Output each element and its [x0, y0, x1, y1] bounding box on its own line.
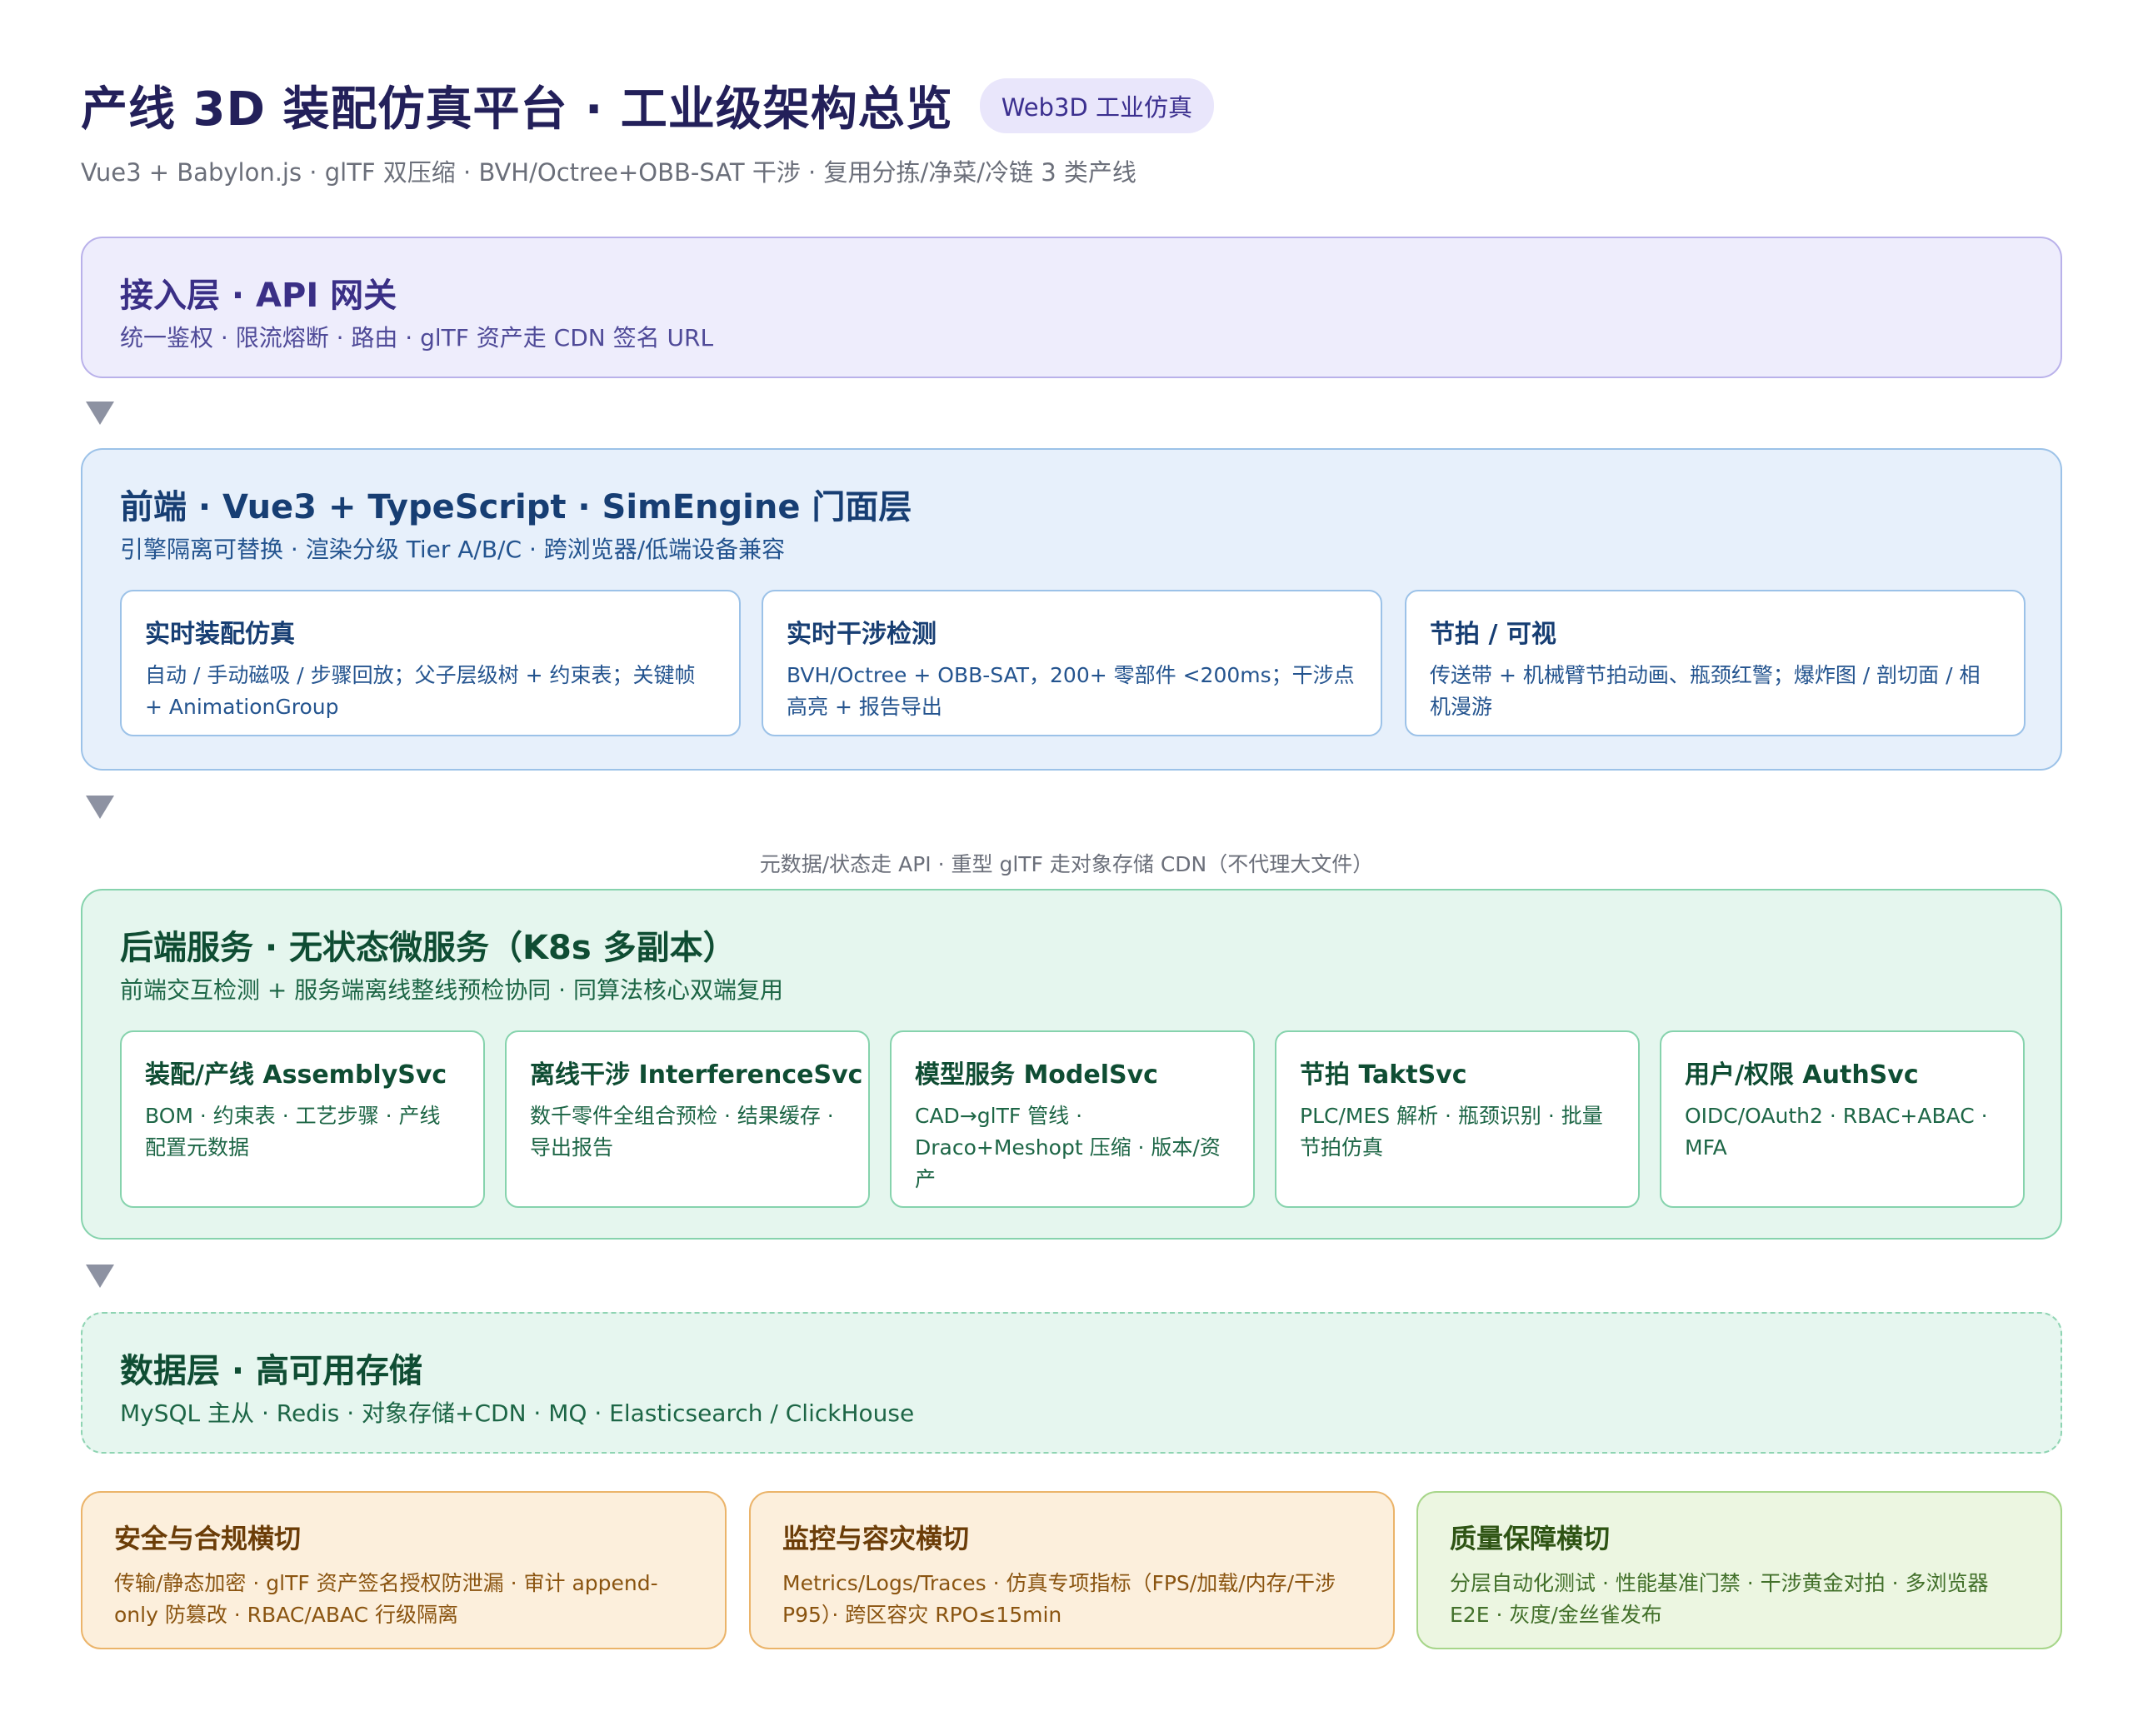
backend-layer: 后端服务 · 无状态微服务（K8s 多副本） 前端交互检测 + 服务端离线整线预… [81, 889, 2062, 1240]
title-badge: Web3D 工业仿真 [979, 77, 1214, 133]
data-layer-desc: MySQL 主从 · Redis · 对象存储+CDN · MQ · Elast… [120, 1399, 915, 1427]
access-layer-title: 接入层 · API 网关 [120, 277, 397, 315]
frontend-card-interference: 实时干涉检测 BVH/Octree + OBB-SAT，200+ 零部件 <20… [762, 590, 1382, 736]
cross-cutting-security: 安全与合规横切 传输/静态加密 · glTF 资产签名授权防泄漏 · 审计 ap… [81, 1491, 727, 1649]
cross-cutting-desc: 传输/静态加密 · glTF 资产签名授权防泄漏 · 审计 append-onl… [114, 1571, 658, 1627]
header: 产线 3D 装配仿真平台 · 工业级架构总览 Web3D 工业仿真 [81, 72, 1214, 139]
frontend-card-takt: 节拍 / 可视 传送带 + 机械臂节拍动画、瓶颈红警；爆炸图 / 剖切面 / 相… [1405, 590, 2026, 736]
backend-card-model-svc: 模型服务 ModelSvc CAD→glTF 管线 · Draco+Meshop… [890, 1030, 1255, 1208]
cross-cutting-title: 安全与合规横切 [114, 1523, 302, 1554]
card-title: 模型服务 ModelSvc [915, 1060, 1158, 1090]
data-layer: 数据层 · 高可用存储 MySQL 主从 · Redis · 对象存储+CDN … [81, 1312, 2062, 1454]
frontend-card-assembly: 实时装配仿真 自动 / 手动磁吸 / 步骤回放；父子层级树 + 约束表；关键帧 … [120, 590, 741, 736]
data-layer-title: 数据层 · 高可用存储 [120, 1352, 423, 1390]
backend-card-auth-svc: 用户/权限 AuthSvc OIDC/OAuth2 · RBAC+ABAC · … [1660, 1030, 2025, 1208]
card-desc: CAD→glTF 管线 · Draco+Meshopt 压缩 · 版本/资产 [915, 1104, 1221, 1191]
card-title: 实时装配仿真 [145, 620, 295, 649]
down-arrow-icon [86, 402, 114, 425]
card-desc: 数千零件全组合预检 · 结果缓存 · 导出报告 [530, 1104, 834, 1160]
access-layer-desc: 统一鉴权 · 限流熔断 · 路由 · glTF 资产走 CDN 签名 URL [120, 324, 714, 352]
backend-card-takt-svc: 节拍 TaktSvc PLC/MES 解析 · 瓶颈识别 · 批量节拍仿真 [1275, 1030, 1640, 1208]
access-layer: 接入层 · API 网关 统一鉴权 · 限流熔断 · 路由 · glTF 资产走… [81, 237, 2062, 378]
backend-layer-title: 后端服务 · 无状态微服务（K8s 多副本） [120, 929, 737, 967]
card-desc: PLC/MES 解析 · 瓶颈识别 · 批量节拍仿真 [1300, 1104, 1603, 1160]
flow-note: 元数据/状态走 API · 重型 glTF 走对象存储 CDN（不代理大文件） [759, 852, 1374, 876]
down-arrow-icon [86, 1265, 114, 1288]
cross-cutting-monitoring: 监控与容灾横切 Metrics/Logs/Traces · 仿真专项指标（FPS… [749, 1491, 1395, 1649]
card-title: 节拍 / 可视 [1430, 620, 1556, 649]
frontend-layer-title: 前端 · Vue3 + TypeScript · SimEngine 门面层 [120, 488, 912, 526]
cross-cutting-desc: 分层自动化测试 · 性能基准门禁 · 干涉黄金对拍 · 多浏览器 E2E · 灰… [1450, 1571, 1989, 1627]
page-title: 产线 3D 装配仿真平台 · 工业级架构总览 [81, 82, 953, 137]
card-desc: 自动 / 手动磁吸 / 步骤回放；父子层级树 + 约束表；关键帧 + Anima… [145, 663, 696, 719]
backend-layer-desc: 前端交互检测 + 服务端离线整线预检协同 · 同算法核心双端复用 [120, 976, 783, 1004]
card-title: 装配/产线 AssemblySvc [145, 1060, 447, 1090]
card-desc: OIDC/OAuth2 · RBAC+ABAC · MFA [1685, 1104, 1988, 1160]
cross-cutting-desc: Metrics/Logs/Traces · 仿真专项指标（FPS/加载/内存/干… [782, 1571, 1336, 1627]
card-title: 用户/权限 AuthSvc [1685, 1060, 1919, 1090]
card-title: 实时干涉检测 [787, 620, 937, 649]
cross-cutting-title: 质量保障横切 [1450, 1523, 1611, 1554]
cross-cutting-quality: 质量保障横切 分层自动化测试 · 性能基准门禁 · 干涉黄金对拍 · 多浏览器 … [1416, 1491, 2062, 1649]
card-title: 离线干涉 InterferenceSvc [530, 1060, 863, 1090]
page-subtitle: Vue3 + Babylon.js · glTF 双压缩 · BVH/Octre… [81, 158, 1136, 187]
backend-card-interference-svc: 离线干涉 InterferenceSvc 数千零件全组合预检 · 结果缓存 · … [505, 1030, 870, 1208]
frontend-layer-desc: 引擎隔离可替换 · 渲染分级 Tier A/B/C · 跨浏览器/低端设备兼容 [120, 536, 786, 563]
backend-card-assembly-svc: 装配/产线 AssemblySvc BOM · 约束表 · 工艺步骤 · 产线配… [120, 1030, 485, 1208]
down-arrow-icon [86, 796, 114, 819]
card-desc: 传送带 + 机械臂节拍动画、瓶颈红警；爆炸图 / 剖切面 / 相机漫游 [1430, 663, 1981, 719]
card-desc: BOM · 约束表 · 工艺步骤 · 产线配置元数据 [145, 1104, 441, 1160]
cross-cutting-title: 监控与容灾横切 [782, 1523, 970, 1554]
card-title: 节拍 TaktSvc [1300, 1060, 1467, 1090]
frontend-layer: 前端 · Vue3 + TypeScript · SimEngine 门面层 引… [81, 448, 2062, 771]
card-desc: BVH/Octree + OBB-SAT，200+ 零部件 <200ms；干涉点… [787, 663, 1355, 719]
